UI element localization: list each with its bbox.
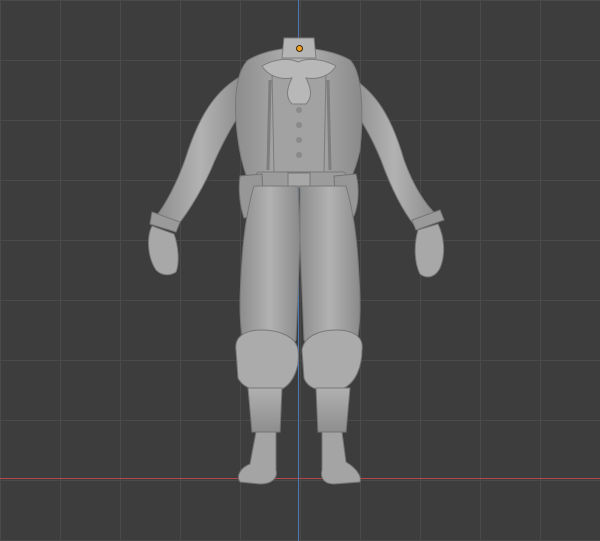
left-boot-shaft bbox=[247, 387, 283, 433]
left-boot-foot bbox=[237, 431, 277, 485]
right-knee-puff bbox=[301, 329, 363, 392]
right-trouser bbox=[299, 185, 361, 352]
belt-buckle bbox=[287, 172, 311, 188]
left-trouser bbox=[239, 185, 301, 352]
right-sleeve bbox=[349, 77, 439, 227]
3d-viewport[interactable] bbox=[0, 0, 600, 541]
object-origin-point[interactable] bbox=[296, 45, 303, 52]
left-hand bbox=[148, 225, 179, 276]
character-mesh-icon[interactable] bbox=[0, 0, 600, 541]
left-sleeve bbox=[154, 77, 247, 227]
right-boot-shaft bbox=[315, 387, 351, 433]
left-knee-puff bbox=[235, 329, 299, 392]
right-boot-foot bbox=[321, 431, 361, 485]
right-hand bbox=[414, 223, 445, 278]
